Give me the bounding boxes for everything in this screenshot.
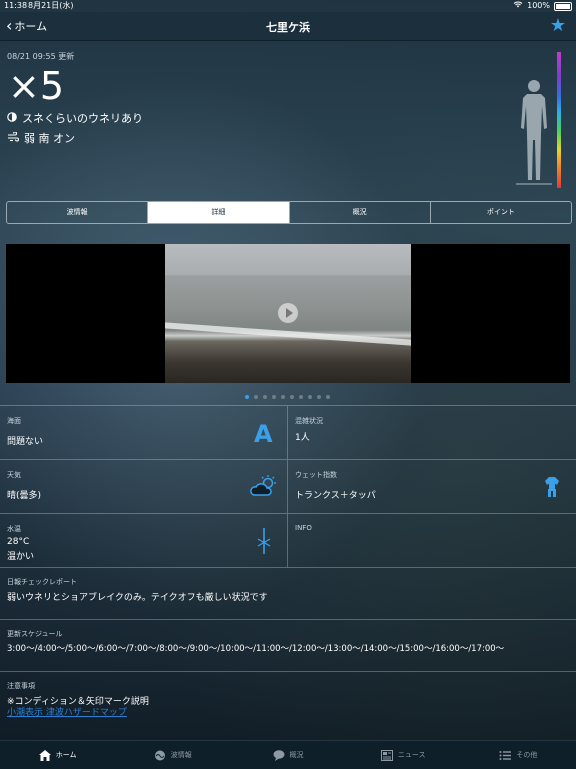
- tabbar-news[interactable]: ニュース: [346, 741, 461, 769]
- status-time: 11:38: [4, 1, 28, 10]
- wind-description: 弱 南 オン: [24, 132, 75, 145]
- home-icon: [38, 749, 51, 761]
- segment-tabs: 波情報 詳細 概況 ポイント: [6, 201, 572, 224]
- tab-point[interactable]: ポイント: [431, 202, 571, 223]
- page-dot[interactable]: [254, 395, 258, 399]
- page-dot[interactable]: [281, 395, 285, 399]
- page-dot[interactable]: [290, 395, 294, 399]
- tabbar-overview[interactable]: 概況: [230, 741, 345, 769]
- tabbar-home[interactable]: ホーム: [0, 741, 115, 769]
- surf-line: [165, 322, 411, 346]
- schedule-value: 3:00〜/4:00〜/5:00〜/6:00〜/7:00〜/8:00〜/9:00…: [7, 644, 505, 654]
- schedule-label: 更新スケジュール: [7, 630, 63, 638]
- camera-video-player[interactable]: [6, 244, 570, 383]
- bottom-tab-bar: ホーム 波情報 概況 ニュース その他: [0, 740, 576, 769]
- daily-report-row: 日報チェックレポート 弱いウネリとショアブレイクのみ。テイクオフも厳しい状況です: [0, 567, 576, 620]
- wind-condition: 弱 南 オン: [7, 130, 75, 146]
- news-icon: [380, 749, 393, 761]
- human-silhouette-icon: [514, 76, 554, 188]
- wave-description: スネくらいのウネリあり: [22, 112, 143, 125]
- crowd-cell: 混雑状況 1人: [288, 405, 576, 460]
- thermometer-icon: [256, 526, 272, 560]
- tabbar-overview-label: 概況: [289, 751, 304, 759]
- surface-cell: 海面 問題ない A: [0, 405, 287, 460]
- list-icon: [499, 750, 512, 761]
- sun-cloud-icon: [250, 474, 278, 502]
- wave-condition: スネくらいのウネリあり: [7, 110, 143, 126]
- beach-camera-image: [165, 244, 411, 383]
- wetsuit-label: ウェット指数: [295, 471, 337, 479]
- page-dot[interactable]: [308, 395, 312, 399]
- wetsuit-value: トランクス＋タッパ: [295, 491, 376, 501]
- daily-report-value: 弱いウネリとショアブレイクのみ。テイクオフも厳しい状況です: [7, 593, 268, 603]
- page-dot[interactable]: [245, 395, 249, 399]
- battery-icon: [554, 1, 572, 11]
- weather-cell: 天気 晴(曇多): [0, 459, 287, 514]
- crowd-value: 1人: [295, 433, 310, 443]
- crowd-label: 混雑状況: [295, 417, 323, 425]
- swell-icon: [7, 111, 17, 125]
- battery-percent: 100%: [527, 1, 550, 10]
- status-bar: 11:38 8月21日(水) 100%: [0, 0, 576, 12]
- wifi-icon: [513, 0, 523, 12]
- notes-row: 注意事項 ※コンディション＆矢印マーク説明 小潮表示 津波ハザードマップ: [0, 671, 576, 741]
- page-dot[interactable]: [317, 395, 321, 399]
- weather-label: 天気: [7, 471, 21, 479]
- tabbar-wave[interactable]: 波情報: [115, 741, 230, 769]
- water-temp-cell: 水温 28°C 温かい: [0, 513, 287, 568]
- nav-bar: ‹ ホーム 七里ケ浜 ★: [0, 12, 576, 41]
- wave-icon: [154, 750, 166, 761]
- surface-label: 海面: [7, 417, 21, 425]
- chat-icon: [273, 749, 285, 761]
- surface-value: 問題ない: [7, 437, 44, 447]
- tab-overview[interactable]: 概況: [290, 202, 431, 223]
- water-temp-note: 温かい: [7, 552, 35, 562]
- tabbar-home-label: ホーム: [55, 751, 77, 759]
- water-temp-label: 水温: [7, 525, 21, 533]
- tabbar-other[interactable]: その他: [461, 741, 576, 769]
- water-temp-value: 28°C: [7, 537, 30, 547]
- info-cell: INFO: [288, 513, 576, 568]
- play-button[interactable]: [278, 303, 298, 323]
- notes-label: 注意事項: [7, 682, 35, 690]
- info-label: INFO: [295, 524, 312, 532]
- status-date: 8月21日(水): [28, 1, 74, 10]
- wind-icon: [7, 130, 20, 145]
- page-dot[interactable]: [326, 395, 330, 399]
- tabbar-wave-label: 波情報: [170, 751, 192, 759]
- page-dot[interactable]: [299, 395, 303, 399]
- schedule-row: 更新スケジュール 3:00〜/4:00〜/5:00〜/6:00〜/7:00〜/8…: [0, 619, 576, 672]
- page-dot[interactable]: [272, 395, 276, 399]
- wave-size: ×5: [8, 64, 65, 108]
- updated-time: 08/21 09:55 更新: [7, 52, 75, 61]
- tab-wave-info[interactable]: 波情報: [7, 202, 149, 223]
- page-title: 七里ケ浜: [266, 21, 310, 34]
- wetsuit-cell: ウェット指数 トランクス＋タッパ: [288, 459, 576, 514]
- tabbar-other-label: その他: [516, 751, 538, 759]
- hazard-map-link[interactable]: 小潮表示 津波ハザードマップ: [7, 705, 127, 718]
- weather-value: 晴(曇多): [7, 491, 42, 501]
- page-dot[interactable]: [263, 395, 267, 399]
- surface-grade: A: [254, 420, 273, 448]
- tabbar-news-label: ニュース: [397, 751, 426, 759]
- tab-details[interactable]: 詳細: [148, 202, 290, 223]
- daily-report-label: 日報チェックレポート: [7, 578, 77, 586]
- wetsuit-icon: [544, 476, 560, 502]
- carousel-dots: [245, 395, 330, 399]
- wave-height-gauge: [557, 52, 561, 188]
- favorite-star-icon[interactable]: ★: [550, 15, 566, 36]
